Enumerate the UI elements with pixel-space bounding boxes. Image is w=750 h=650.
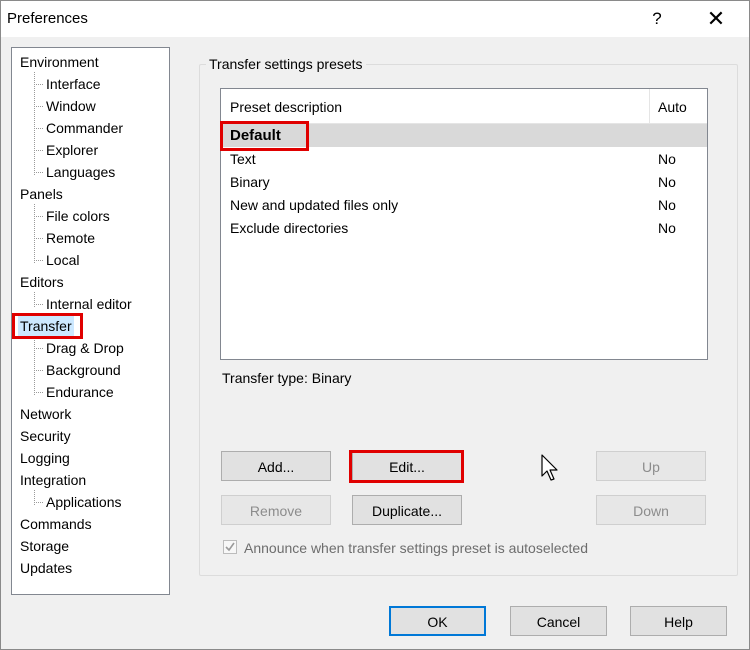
edit-button[interactable]: Edit... <box>352 451 462 481</box>
tree-item-transfer[interactable]: Transfer <box>18 316 74 336</box>
tree-item-editors[interactable]: Editors <box>18 272 66 292</box>
tree-item-languages[interactable]: Languages <box>44 162 117 182</box>
tree-item-integration[interactable]: Integration <box>18 470 88 490</box>
tree-item-explorer[interactable]: Explorer <box>44 140 100 160</box>
transfer-type-label: Transfer type: Binary <box>222 370 352 386</box>
tree-item-endurance[interactable]: Endurance <box>44 382 116 402</box>
presets-list[interactable]: Preset description Auto Default Text No … <box>220 88 708 360</box>
tree-connector <box>34 72 35 175</box>
tree-item-security[interactable]: Security <box>18 426 73 446</box>
column-header-auto[interactable]: Auto <box>658 99 687 115</box>
checkmark-icon <box>225 542 235 552</box>
ok-button[interactable]: OK <box>389 606 486 636</box>
title-bar: Preferences ? ✕ <box>1 1 749 37</box>
tree-item-updates[interactable]: Updates <box>18 558 74 578</box>
announce-checkbox[interactable] <box>223 540 237 554</box>
column-header-description[interactable]: Preset description <box>230 99 342 115</box>
tree-item-window[interactable]: Window <box>44 96 98 116</box>
tree-item-network[interactable]: Network <box>18 404 73 424</box>
row-description: Binary <box>230 174 270 190</box>
mouse-cursor-icon <box>541 454 558 481</box>
tree-item-internal-editor[interactable]: Internal editor <box>44 294 134 314</box>
announce-label: Announce when transfer settings preset i… <box>244 540 588 556</box>
tree-item-interface[interactable]: Interface <box>44 74 102 94</box>
up-button[interactable]: Up <box>596 451 706 481</box>
tree-connector <box>34 204 35 263</box>
tree-connector <box>34 336 35 395</box>
list-row-binary[interactable]: Binary No <box>221 171 707 194</box>
tree-item-commands[interactable]: Commands <box>18 514 94 534</box>
window-title: Preferences <box>7 10 88 27</box>
tree-item-logging[interactable]: Logging <box>18 448 72 468</box>
tree-item-panels[interactable]: Panels <box>18 184 65 204</box>
list-row-new-updated[interactable]: New and updated files only No <box>221 194 707 217</box>
add-button[interactable]: Add... <box>221 451 331 481</box>
tree-item-remote[interactable]: Remote <box>44 228 97 248</box>
tree-item-commander[interactable]: Commander <box>44 118 125 138</box>
tree-item-drag-drop[interactable]: Drag & Drop <box>44 338 126 358</box>
tree-item-local[interactable]: Local <box>44 250 81 270</box>
help-icon[interactable]: ? <box>647 7 667 31</box>
tree-item-environment[interactable]: Environment <box>18 52 101 72</box>
row-auto: No <box>658 220 676 236</box>
tree-item-background[interactable]: Background <box>44 360 123 380</box>
row-auto: No <box>658 151 676 167</box>
tree-item-storage[interactable]: Storage <box>18 536 71 556</box>
list-row-text[interactable]: Text No <box>221 148 707 171</box>
row-description: New and updated files only <box>230 197 399 213</box>
help-button[interactable]: Help <box>630 606 727 636</box>
close-icon[interactable]: ✕ <box>699 5 733 33</box>
down-button[interactable]: Down <box>596 495 706 525</box>
tree-item-applications[interactable]: Applications <box>44 492 124 512</box>
row-auto: No <box>658 197 676 213</box>
list-row-exclude-dirs[interactable]: Exclude directories No <box>221 217 707 240</box>
list-header: Preset description Auto <box>221 89 707 124</box>
row-description: Exclude directories <box>230 220 349 236</box>
row-description: Text <box>230 151 256 167</box>
row-description: Default <box>230 127 281 144</box>
duplicate-button[interactable]: Duplicate... <box>352 495 462 525</box>
cancel-button[interactable]: Cancel <box>510 606 607 636</box>
tree-item-file-colors[interactable]: File colors <box>44 206 112 226</box>
row-auto: No <box>658 174 676 190</box>
list-row-default[interactable]: Default <box>221 124 707 147</box>
presets-group-label: Transfer settings presets <box>206 56 366 72</box>
remove-button[interactable]: Remove <box>221 495 331 525</box>
preferences-tree[interactable]: Environment Interface Window Commander E… <box>11 47 170 595</box>
